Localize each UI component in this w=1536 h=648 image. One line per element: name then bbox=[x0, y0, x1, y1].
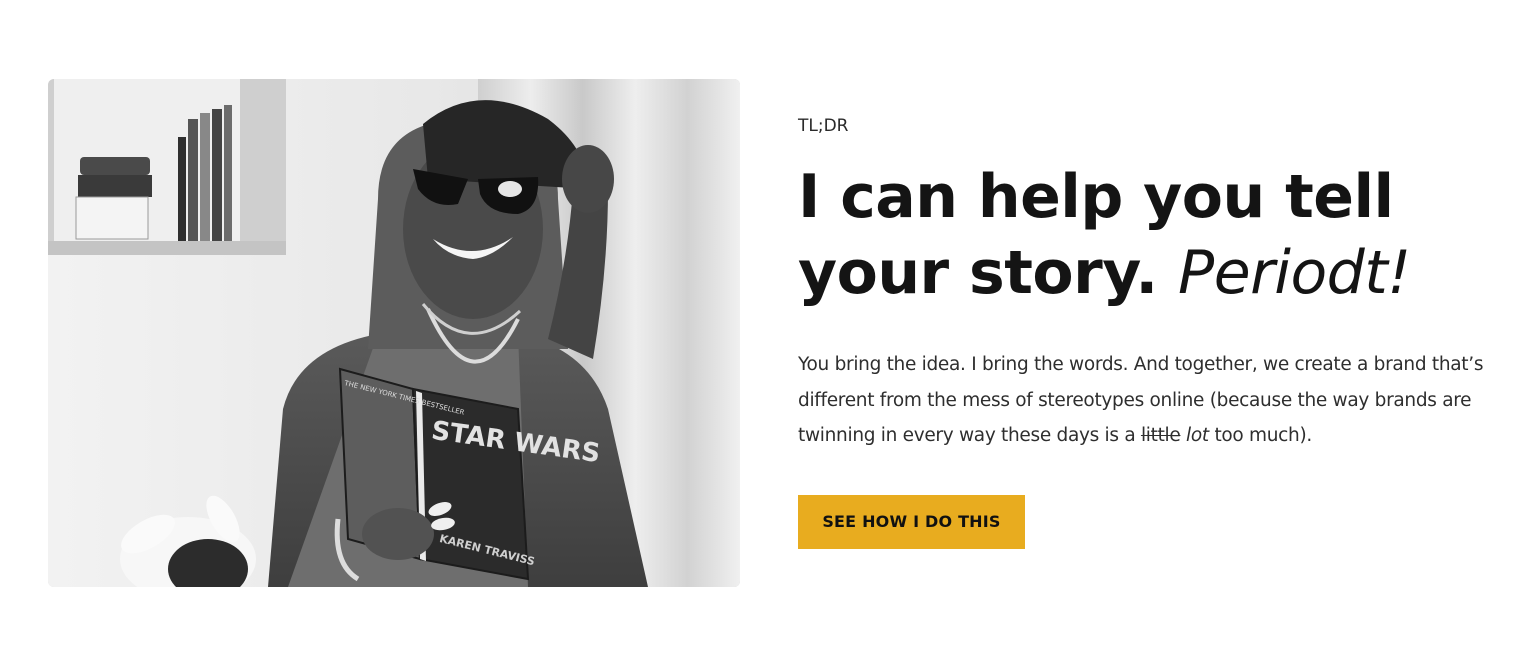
headline-accent: Periodt! bbox=[1178, 238, 1411, 308]
hero-photo: STAR WARS KAREN TRAVISS THE NEW YORK TIM… bbox=[48, 79, 740, 587]
portrait-image: STAR WARS KAREN TRAVISS THE NEW YORK TIM… bbox=[48, 79, 740, 587]
body-copy: You bring the idea. I bring the words. A… bbox=[798, 347, 1488, 454]
body-struck-word: little bbox=[1140, 425, 1181, 446]
intro-section: TL;DR I can help you tell your story. Pe… bbox=[798, 115, 1488, 549]
eyebrow-label: TL;DR bbox=[798, 116, 849, 136]
see-how-button[interactable]: SEE HOW I DO THIS bbox=[798, 494, 1025, 549]
body-accent-word: lot bbox=[1186, 425, 1209, 446]
body-text-part2: too much). bbox=[1208, 425, 1312, 446]
headline: I can help you tell your story. Periodt! bbox=[798, 159, 1488, 311]
wall-shelf bbox=[48, 79, 286, 255]
